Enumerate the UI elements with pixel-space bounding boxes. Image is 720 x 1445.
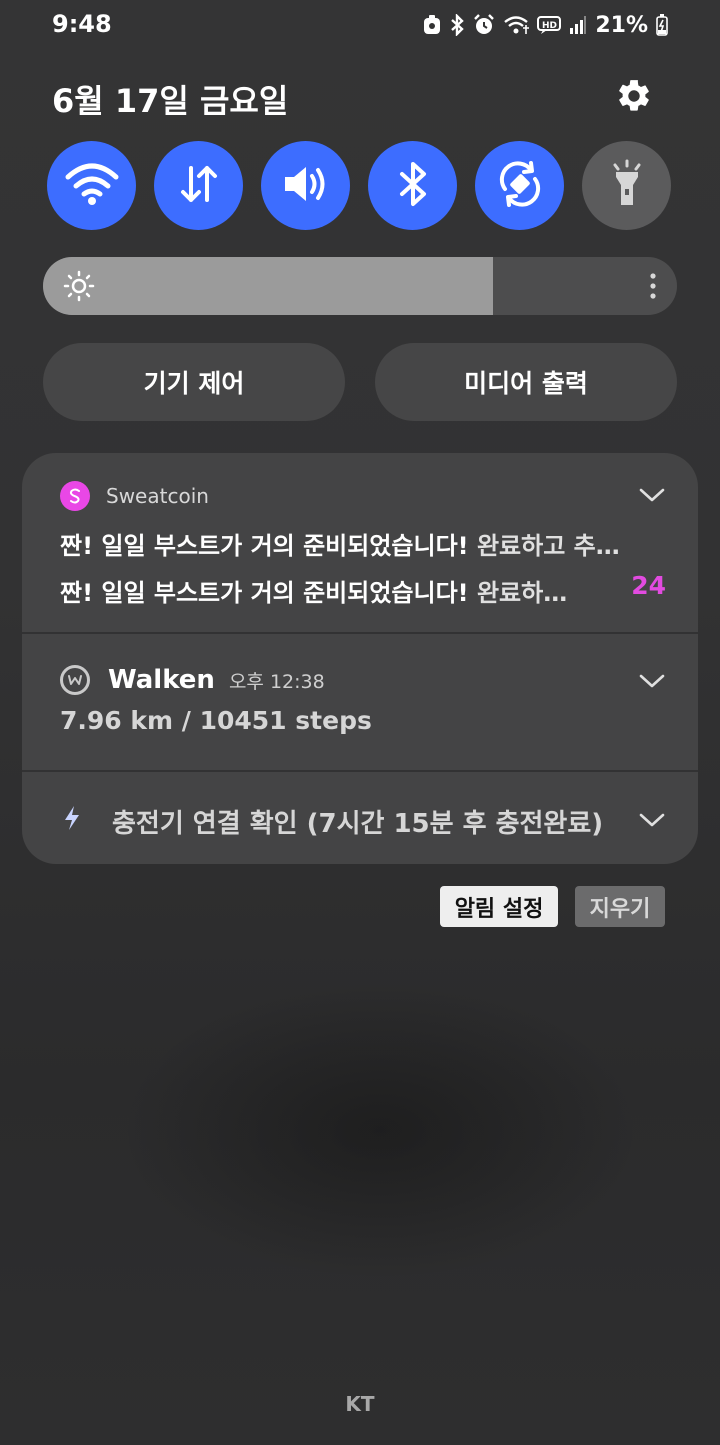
walken-body: 7.96 km / 10451 steps (60, 706, 372, 735)
notification-settings-button[interactable]: 알림 설정 (440, 886, 558, 927)
battery-charging-icon (656, 14, 668, 36)
toggle-flashlight[interactable] (582, 141, 671, 230)
chevron-down-icon[interactable] (639, 487, 665, 507)
signal-icon (569, 15, 587, 35)
flashlight-icon (607, 159, 647, 213)
walken-app-name: Walken (108, 665, 215, 695)
bluetooth-icon (396, 160, 430, 212)
app-icon (423, 15, 441, 35)
clear-button[interactable]: 지우기 (575, 886, 665, 927)
brightness-slider[interactable] (43, 257, 677, 315)
wifi-icon (503, 14, 530, 36)
rotate-icon (495, 159, 545, 213)
wifi-icon (64, 161, 120, 211)
charging-text: 충전기 연결 확인 (7시간 15분 후 충전완료) (112, 809, 604, 839)
gear-icon (615, 77, 653, 119)
notification-count-badge: 24 (631, 571, 666, 600)
chevron-down-icon[interactable] (639, 673, 665, 693)
hd-voice-icon: HD (537, 15, 562, 35)
status-icons: HD 21% (423, 10, 668, 40)
sweatcoin-message-1: 짠! 일일 부스트가 거의 준비되었습니다! 완료하고 추… (60, 532, 620, 560)
status-time: 9:48 (52, 10, 112, 38)
date-text: 6월 17일 금요일 (52, 82, 289, 120)
sweatcoin-message-2: 짠! 일일 부스트가 거의 준비되었습니다! 완료하… (60, 579, 568, 607)
walken-time: 오후 12:38 (228, 670, 325, 693)
sweatcoin-header: Sweatcoin (60, 481, 209, 511)
settings-button[interactable] (612, 76, 656, 120)
divider (22, 632, 698, 634)
alarm-icon (473, 14, 495, 36)
status-bar: 9:48 HD 21% (0, 0, 720, 52)
notification-panel: Sweatcoin 짠! 일일 부스트가 거의 준비되었습니다! 완료하고 추…… (22, 453, 698, 864)
sweatcoin-app-name: Sweatcoin (106, 484, 209, 508)
battery-percent: 21% (595, 12, 648, 38)
quick-toggles (0, 141, 720, 231)
toggle-bluetooth[interactable] (368, 141, 457, 230)
toggle-auto-rotate[interactable] (475, 141, 564, 230)
divider (22, 770, 698, 772)
device-control-button[interactable]: 기기 제어 (43, 343, 345, 421)
sweatcoin-icon (60, 481, 90, 511)
sun-icon (63, 270, 95, 306)
bluetooth-icon (449, 14, 465, 36)
carrier-label: KT (345, 1392, 375, 1416)
walken-header: Walken 오후 12:38 (60, 665, 325, 695)
background-shadow (120, 980, 640, 1280)
media-output-button[interactable]: 미디어 출력 (375, 343, 677, 421)
chevron-down-icon[interactable] (639, 812, 665, 832)
toggle-wifi[interactable] (47, 141, 136, 230)
walken-icon (60, 665, 90, 695)
more-vertical-icon[interactable] (649, 272, 657, 304)
toggle-mobile-data[interactable] (154, 141, 243, 230)
speaker-icon (281, 162, 331, 210)
toggle-sound[interactable] (261, 141, 350, 230)
brightness-level (43, 257, 494, 315)
svg-text:HD: HD (542, 21, 557, 31)
lightning-icon (62, 805, 82, 835)
data-arrows-icon (177, 162, 221, 210)
